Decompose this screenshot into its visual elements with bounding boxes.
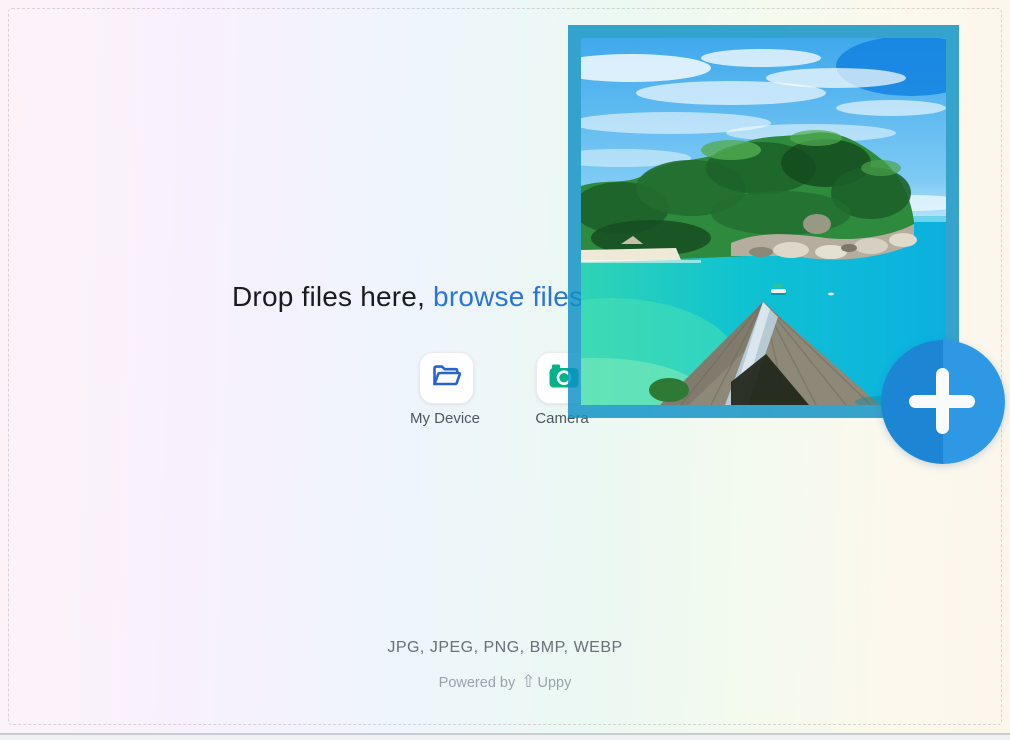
drop-instruction-text: Drop files here, (232, 281, 433, 312)
add-files-button[interactable] (881, 340, 1005, 464)
powered-by-text: Powered by (439, 675, 516, 691)
drop-instruction: Drop files here, browse files (232, 281, 583, 313)
browse-files-link[interactable]: browse files (433, 281, 583, 312)
allowed-file-types: JPG, JPEG, PNG, BMP, WEBP (0, 639, 1010, 657)
tropical-island-photo (581, 38, 946, 405)
uppy-logo-icon: ⇧ (521, 672, 535, 691)
my-device-label: My Device (400, 410, 490, 427)
window-bottom-strip (0, 735, 1010, 740)
plus-icon (936, 368, 949, 434)
powered-by: Powered by ⇧Uppy (0, 672, 1010, 692)
my-device-button[interactable] (419, 352, 474, 404)
folder-icon (430, 362, 463, 394)
uploader-dropzone[interactable]: Drop files here, browse files My Device … (0, 0, 1010, 740)
uppy-brand-name[interactable]: Uppy (537, 675, 571, 691)
